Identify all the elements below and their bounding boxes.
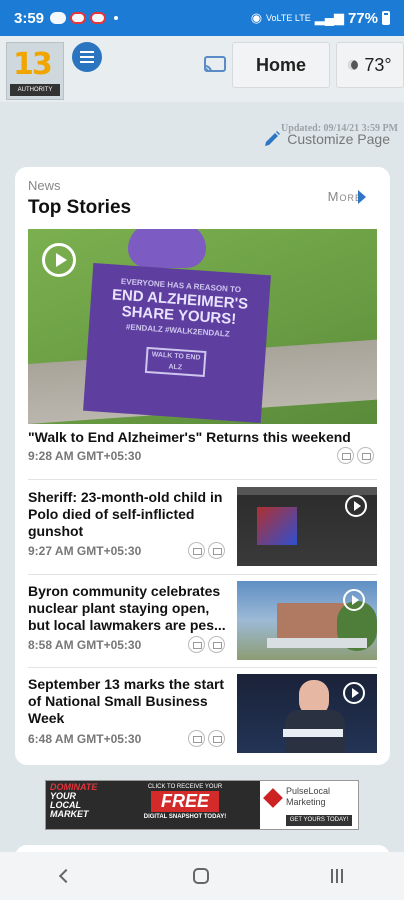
battery-percent: 77% — [347, 9, 378, 27]
story-thumbnail[interactable] — [237, 487, 377, 566]
hotspot-icon: ◉ — [250, 10, 263, 25]
share-actions — [188, 542, 225, 559]
system-nav-bar — [0, 852, 404, 900]
notification-icons — [50, 12, 119, 24]
ad-brand: PulseLocal Marketing — [286, 786, 331, 807]
section-title: Top Stories — [28, 197, 132, 218]
notification-icon — [90, 12, 107, 24]
divider — [28, 479, 377, 480]
more-arrow-icon[interactable] — [358, 190, 366, 204]
divider — [28, 667, 377, 668]
station-logo[interactable]: 13 AUTHORITY — [6, 42, 64, 100]
story-headline[interactable]: September 13 marks the start of National… — [28, 676, 228, 727]
play-icon[interactable] — [343, 589, 365, 611]
app-header: 13 AUTHORITY Home 73° Updated: 09/14/21 … — [0, 36, 404, 134]
copy-icon[interactable] — [208, 730, 225, 747]
more-notifications-icon — [114, 16, 119, 20]
share-icon[interactable] — [188, 636, 205, 653]
signal-icon: ▂▄▆ — [314, 10, 344, 25]
divider — [28, 574, 377, 575]
share-actions — [188, 730, 225, 747]
share-actions — [337, 447, 374, 464]
hero-headline[interactable]: "Walk to End Alzheimer's" Returns this w… — [28, 429, 351, 445]
story-headline[interactable]: Sheriff: 23-month-old child in Polo died… — [28, 489, 228, 540]
moon-icon — [348, 60, 359, 70]
sign-text-walk: WALK TO END ALZ — [144, 346, 207, 378]
ad-left: DOMINATE YOUR LOCAL MARKET — [46, 781, 110, 829]
temperature: 73° — [364, 54, 392, 75]
ad-free-text: FREE — [150, 791, 219, 812]
more-link[interactable]: More — [328, 189, 362, 204]
sign-image: EVERYONE HAS A REASON TO END ALZHEIMER'S… — [83, 262, 271, 424]
customize-page-link[interactable]: Customize Page — [263, 130, 390, 148]
pencil-icon — [265, 131, 281, 146]
ad-cta: GET YOURS TODAY! — [286, 815, 352, 826]
hero-timestamp: 9:28 AM GMT+05:30 — [28, 449, 142, 463]
balloon-image — [128, 229, 206, 268]
ad-right: PulseLocal Marketing GET YOURS TODAY! — [260, 781, 358, 829]
share-icon[interactable] — [337, 447, 354, 464]
top-stories-card: News Top Stories More EVERYONE HAS A REA… — [15, 167, 390, 765]
recent-apps-icon[interactable] — [331, 869, 343, 883]
status-right: ◉ VoLTE LTE ▂▄▆ 77% — [251, 10, 390, 27]
signal-label: VoLTE LTE — [266, 12, 311, 23]
hamburger-icon — [80, 51, 94, 53]
story-timestamp: 8:58 AM GMT+05:30 — [28, 638, 142, 652]
share-actions — [188, 636, 225, 653]
home-icon[interactable] — [193, 868, 209, 884]
logo-subtitle: AUTHORITY — [10, 84, 60, 96]
play-icon[interactable] — [343, 682, 365, 704]
share-icon[interactable] — [188, 542, 205, 559]
share-icon[interactable] — [188, 730, 205, 747]
phone-icon — [50, 12, 67, 24]
story-thumbnail[interactable] — [237, 674, 377, 753]
section-label: News — [28, 178, 61, 193]
logo-number: 13 — [13, 47, 53, 82]
back-icon[interactable] — [58, 868, 74, 884]
story-timestamp: 9:27 AM GMT+05:30 — [28, 544, 142, 558]
ad-text: DIGITAL SNAPSHOT TODAY! — [143, 814, 227, 820]
pulselocal-logo-icon — [263, 788, 283, 808]
cast-icon[interactable] — [204, 56, 226, 74]
ad-banner[interactable]: DOMINATE YOUR LOCAL MARKET CLICK TO RECE… — [45, 780, 359, 830]
play-icon[interactable] — [345, 495, 367, 517]
weather-button[interactable]: 73° — [336, 42, 404, 88]
customize-label: Customize Page — [287, 131, 390, 147]
battery-icon — [382, 11, 390, 25]
status-time: 3:59 — [14, 9, 45, 27]
copy-icon[interactable] — [208, 636, 225, 653]
play-icon[interactable] — [42, 243, 76, 277]
story-thumbnail[interactable] — [237, 581, 377, 660]
hero-video-thumbnail[interactable]: EVERYONE HAS A REASON TO END ALZHEIMER'S… — [28, 229, 377, 424]
copy-icon[interactable] — [208, 542, 225, 559]
home-button[interactable]: Home — [232, 42, 330, 88]
status-bar: 3:59 ◉ VoLTE LTE ▂▄▆ 77% — [0, 0, 404, 36]
notification-icon — [70, 12, 87, 24]
ad-text: CLICK TO RECEIVE YOUR — [147, 784, 223, 790]
story-timestamp: 6:48 AM GMT+05:30 — [28, 732, 142, 746]
copy-icon[interactable] — [357, 447, 374, 464]
ad-text: MARKET — [50, 809, 89, 819]
story-headline[interactable]: Byron community celebrates nuclear plant… — [28, 583, 228, 634]
ad-middle: CLICK TO RECEIVE YOUR FREE DIGITAL SNAPS… — [110, 781, 260, 829]
menu-button[interactable] — [72, 42, 102, 72]
